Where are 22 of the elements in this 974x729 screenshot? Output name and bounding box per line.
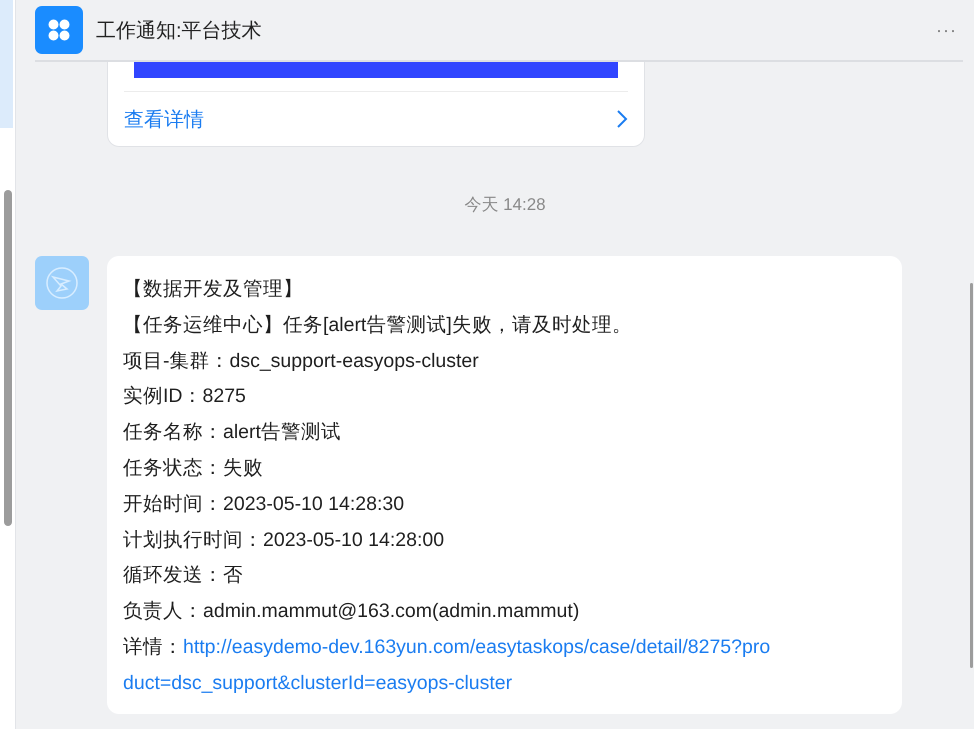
view-details-link[interactable]: 查看详情	[124, 91, 628, 146]
chevron-icon	[616, 109, 628, 129]
message-line: 计划执行时间：2023-05-10 14:28:00	[123, 528, 446, 553]
detail-link[interactable]: duct=dsc_support&clusterId=easyops-cluster	[123, 672, 512, 694]
message-line: 循环发送：否	[123, 563, 244, 588]
scrollbar[interactable]	[4, 190, 12, 526]
message-line: 【数据开发及管理】	[123, 277, 304, 302]
detail-label: 详情：	[123, 636, 183, 658]
message-line: 任务名称：alert告警测试	[123, 420, 342, 446]
message-line: 负责人：admin.mammut@163.com(admin.mammut)	[123, 599, 580, 624]
timestamp: 今天 14:28	[464, 194, 546, 216]
avatar-icon	[35, 256, 89, 310]
more-button[interactable]: ···	[936, 20, 957, 40]
app-icon	[35, 6, 83, 54]
message-line: 项目-集群：dsc_support-easyops-cluster	[123, 348, 480, 374]
message-line: 任务状态：失败	[123, 456, 264, 481]
message-line: 实例ID：8275	[123, 384, 247, 410]
scrollbar[interactable]	[970, 283, 973, 668]
message-line: 【任务运维中心】任务[alert告警测试]失败，请及时处理。	[123, 312, 633, 338]
detail-link[interactable]: http://easydemo-dev.163yun.com/easytaskops/case/detail/8275?pro	[183, 636, 770, 658]
message-line: 开始时间：2023-05-10 14:28:30	[123, 492, 406, 517]
chat-title: 工作通知:平台技术	[96, 18, 263, 44]
